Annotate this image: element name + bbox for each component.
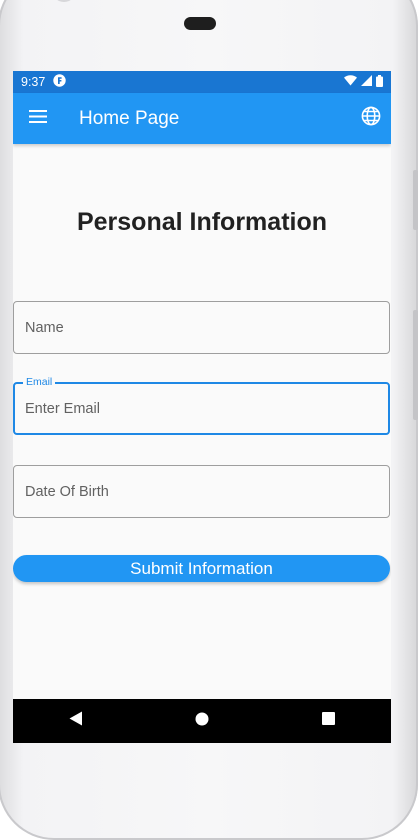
dob-field[interactable]: Date Of Birth: [13, 465, 390, 518]
phone-screen: 9:37 Home Page Personal Information Name…: [13, 71, 391, 743]
app-bar: Home Page: [13, 93, 391, 144]
status-time: 9:37: [21, 75, 46, 89]
submit-button[interactable]: Submit Information: [13, 555, 390, 582]
status-bar: 9:37: [13, 71, 391, 93]
menu-icon: [29, 109, 47, 128]
name-field[interactable]: Name: [13, 301, 390, 354]
email-field-placeholder: Enter Email: [25, 400, 100, 417]
system-nav-bar: [13, 699, 391, 743]
home-button[interactable]: [182, 699, 222, 743]
menu-button[interactable]: [13, 93, 63, 144]
power-button: [413, 170, 418, 230]
battery-icon: [376, 74, 383, 90]
dob-field-placeholder: Date Of Birth: [25, 483, 109, 500]
recents-icon: [321, 712, 335, 730]
email-field[interactable]: Email Enter Email: [13, 376, 390, 435]
notification-f-icon: [53, 74, 67, 90]
language-button[interactable]: [351, 93, 391, 144]
signal-icon: [361, 75, 372, 89]
name-field-placeholder: Name: [25, 319, 64, 336]
home-icon: [195, 712, 209, 731]
back-icon: [69, 711, 83, 731]
email-field-label: Email: [23, 376, 56, 388]
wifi-icon: [344, 75, 357, 89]
recents-button[interactable]: [308, 699, 348, 743]
earpiece: [184, 17, 216, 30]
volume-button: [413, 310, 418, 420]
globe-icon: [361, 106, 381, 131]
back-button[interactable]: [56, 699, 96, 743]
form-heading: Personal Information: [76, 208, 328, 236]
page-title: Home Page: [79, 107, 180, 129]
